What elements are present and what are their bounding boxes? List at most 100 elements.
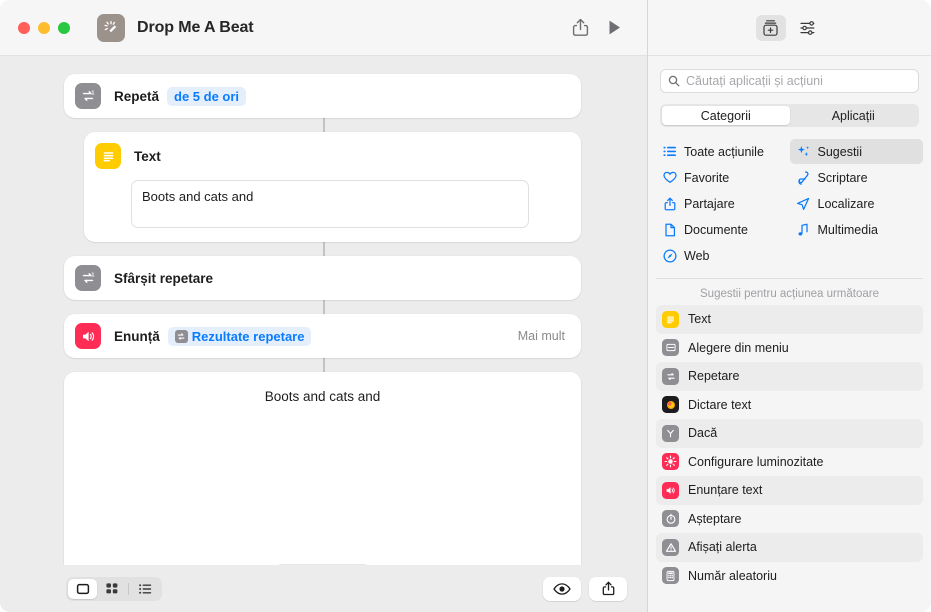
category-label: Documente <box>684 222 748 237</box>
suggestion-label: Dacă <box>688 426 718 441</box>
suggestion-item-choose-from-menu[interactable]: Alegere din meniu <box>656 334 923 363</box>
category-item-documents[interactable]: Documente <box>656 217 790 242</box>
toolbar-divider <box>128 582 129 595</box>
token-label: de 5 de ori <box>174 88 240 104</box>
shortcut-details-button[interactable] <box>794 15 824 41</box>
music-note-icon <box>796 223 811 237</box>
grid-icon <box>105 583 117 594</box>
action-card-text[interactable]: Text Boots and cats and <box>84 132 581 242</box>
rectangle-icon <box>76 583 89 594</box>
category-item-location[interactable]: Localizare <box>790 191 924 216</box>
timer-icon <box>662 510 679 528</box>
category-label: Multimedia <box>817 222 878 237</box>
repeat-results-token[interactable]: Rezultate repetare <box>167 326 312 346</box>
suggestion-item-random-number[interactable]: Număr aleatoriu <box>656 562 923 591</box>
branch-icon <box>662 424 679 442</box>
category-label: Partajare <box>684 196 735 211</box>
preview-toggle-button[interactable] <box>543 576 581 601</box>
suggestion-label: Enunțare text <box>688 483 763 498</box>
library-mode-segmented-control[interactable]: Categorii Aplicații <box>660 104 919 127</box>
repeat-icon <box>662 367 679 385</box>
suggestion-item-dictate-text[interactable]: Dictare text <box>656 391 923 420</box>
category-item-scripting[interactable]: Scriptare <box>790 165 924 190</box>
suggestion-label: Alegere din meniu <box>688 340 789 355</box>
action-title: Repetă <box>114 88 160 104</box>
repeat-icon <box>174 329 188 343</box>
workflow-connector <box>322 242 325 256</box>
more-options-link[interactable]: Mai mult <box>518 329 565 343</box>
library-icon <box>763 19 778 36</box>
share-button[interactable] <box>563 13 597 43</box>
category-item-suggestions[interactable]: Sugestii <box>789 139 923 164</box>
action-card-speak-text[interactable]: Enunță Rezultate repetare Mai mult <box>64 314 581 358</box>
close-button[interactable] <box>18 21 30 34</box>
category-item-web[interactable]: Web <box>656 243 790 268</box>
suggestion-item-wait[interactable]: Așteptare <box>656 505 923 534</box>
token-label: Rezultate repetare <box>191 328 305 344</box>
text-action-header: Text <box>95 143 569 169</box>
category-item-media[interactable]: Multimedia <box>790 217 924 242</box>
repeat-icon: 1 <box>75 83 101 109</box>
speaker-icon <box>75 323 101 349</box>
text-input-field[interactable]: Boots and cats and <box>131 180 529 228</box>
category-item-all-actions[interactable]: Toate acțiunile <box>656 139 790 164</box>
text-icon <box>662 310 679 328</box>
eye-icon <box>553 582 571 595</box>
category-item-sharing[interactable]: Partajare <box>656 191 790 216</box>
view-mode-segmented-control[interactable] <box>66 576 162 601</box>
grid-view-button[interactable] <box>97 579 126 599</box>
action-title: Sfârșit repetare <box>114 270 214 286</box>
suggestion-item-if[interactable]: Dacă <box>656 419 923 448</box>
list-view-button[interactable] <box>131 579 160 599</box>
editor-bottom-toolbar <box>0 565 647 612</box>
tab-categories[interactable]: Categorii <box>662 106 790 125</box>
suggestion-item-text[interactable]: Text <box>656 305 923 334</box>
shortcut-preview-pane[interactable]: Boots and cats and Pagina 1 din 5 <box>64 372 581 565</box>
action-library-button[interactable] <box>755 14 786 41</box>
suggestion-label: Dictare text <box>688 397 752 412</box>
tab-apps[interactable]: Aplicații <box>790 106 918 125</box>
workflow-connector <box>322 118 325 132</box>
svg-text:1: 1 <box>91 272 94 278</box>
suggestions-list: Text Alegere din meniu Repetare Dictare … <box>648 305 931 590</box>
suggestion-item-repeat[interactable]: Repetare <box>656 362 923 391</box>
suggestion-label: Afișați alerta <box>688 540 757 555</box>
preview-text: Boots and cats and <box>264 389 381 404</box>
action-card-repeat-start[interactable]: 1 Repetă de 5 de ori <box>64 74 581 118</box>
suggestion-item-show-alert[interactable]: Afișați alerta <box>656 533 923 562</box>
category-label: Localizare <box>817 196 875 211</box>
repeat-icon: 1 <box>75 265 101 291</box>
action-card-repeat-end[interactable]: 1 Sfârșit repetare <box>64 256 581 300</box>
suggestion-label: Așteptare <box>688 511 742 526</box>
category-label: Favorite <box>684 170 730 185</box>
search-icon <box>668 75 680 87</box>
search-field[interactable]: Căutați aplicații și acțiuni <box>660 69 919 93</box>
dictation-icon <box>662 396 679 414</box>
suggestion-item-speak-text[interactable]: Enunțare text <box>656 476 923 505</box>
play-icon <box>609 20 620 35</box>
compass-icon <box>662 248 677 263</box>
repeat-count-token[interactable]: de 5 de ori <box>167 86 247 106</box>
share-shortcut-button[interactable] <box>589 576 627 601</box>
zoom-button[interactable] <box>58 21 70 34</box>
sliders-icon <box>800 20 815 35</box>
search-placeholder: Căutați aplicații și acțiuni <box>686 74 823 88</box>
category-label: Web <box>684 248 710 263</box>
suggestion-item-set-brightness[interactable]: Configurare luminozitate <box>656 448 923 477</box>
speaker-icon <box>662 481 679 499</box>
document-icon <box>662 223 677 237</box>
run-button[interactable] <box>597 13 631 43</box>
single-view-button[interactable] <box>68 578 97 599</box>
minimize-button[interactable] <box>38 21 50 34</box>
workflow-connector <box>322 358 325 372</box>
category-label: Sugestii <box>817 144 862 159</box>
category-item-favorites[interactable]: Favorite <box>656 165 790 190</box>
menu-icon <box>662 339 679 357</box>
page-title: Drop Me A Beat <box>137 18 254 36</box>
heart-icon <box>662 171 677 184</box>
location-arrow-icon <box>796 197 811 211</box>
list-icon <box>139 583 152 594</box>
sparkles-icon <box>796 145 811 159</box>
action-title: Text <box>134 148 161 164</box>
shortcuts-window: Drop Me A Beat 1 Repetă de 5 de ori Text… <box>0 0 931 612</box>
